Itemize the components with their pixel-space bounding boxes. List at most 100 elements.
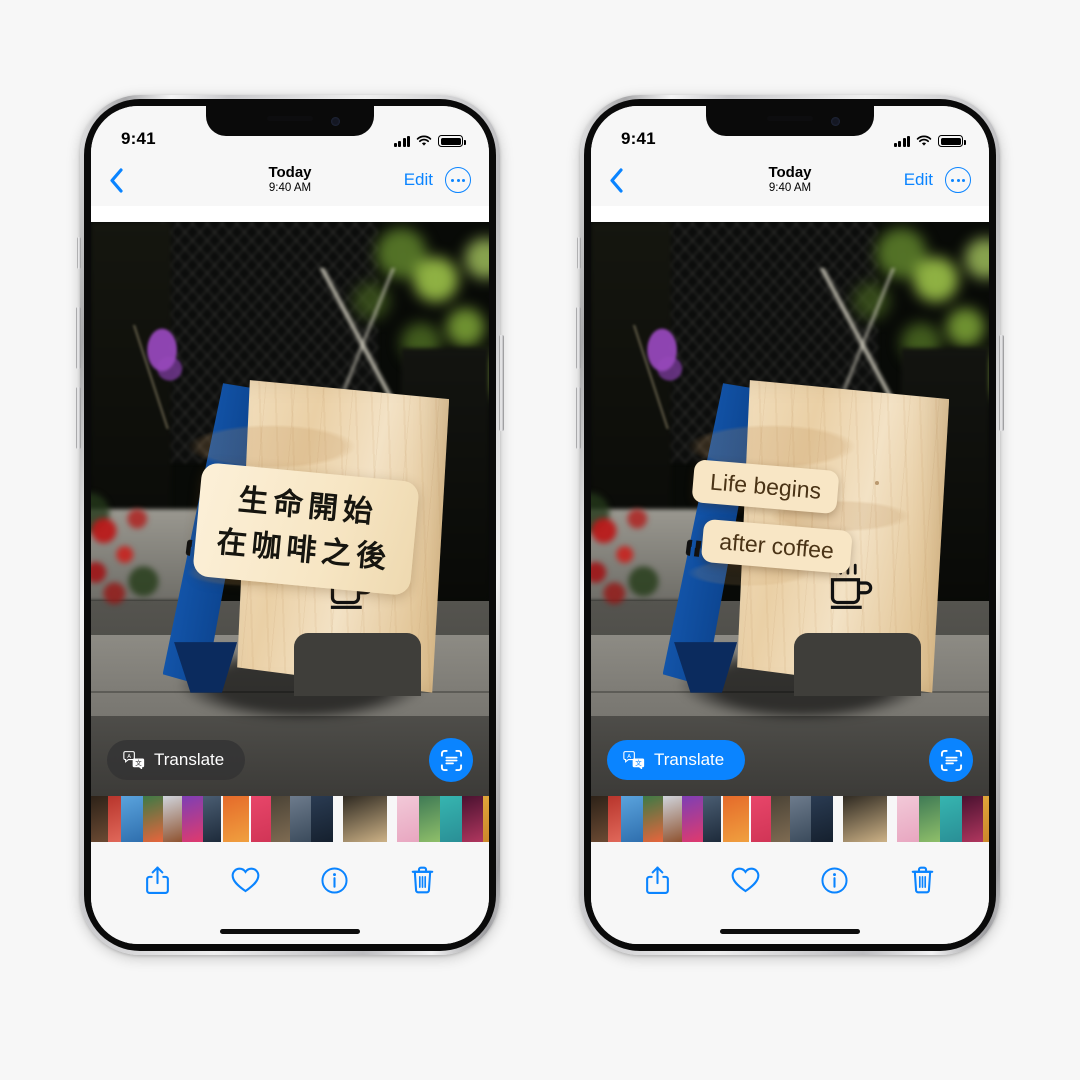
filmstrip-thumb[interactable]	[203, 796, 223, 842]
silent-switch[interactable]	[77, 237, 81, 269]
info-button[interactable]	[311, 857, 357, 903]
status-time: 9:41	[621, 129, 656, 148]
share-icon	[145, 866, 169, 894]
a-frame-sign: 生命開始 在咖啡之後	[162, 377, 450, 696]
filmstrip-thumb[interactable]	[290, 796, 311, 842]
filmstrip-thumb[interactable]	[962, 796, 983, 842]
filmstrip-thumb[interactable]	[608, 796, 621, 842]
trash-icon	[411, 866, 434, 894]
heart-icon	[731, 867, 760, 893]
notch	[206, 106, 374, 136]
filmstrip-thumb[interactable]	[91, 796, 108, 842]
filmstrip-thumb[interactable]	[663, 796, 682, 842]
volume-up-button[interactable]	[576, 307, 581, 369]
share-button[interactable]	[634, 857, 680, 903]
translation-chip[interactable]: Life begins	[691, 459, 841, 515]
edit-button[interactable]: Edit	[904, 170, 933, 190]
favorite-button[interactable]	[223, 857, 269, 903]
back-button[interactable]	[109, 167, 143, 193]
filmstrip-thumb[interactable]	[682, 796, 703, 842]
translate-button[interactable]: A 文 Translate	[107, 740, 246, 780]
live-text-scan-button[interactable]	[429, 738, 473, 782]
phone-left: 9:41 Today 9:40 AM Edit 生命開始 在咖啡之後 A 文 T…	[76, 95, 504, 955]
phone-screen-left: 9:41 Today 9:40 AM Edit 生命開始 在咖啡之後 A 文 T…	[91, 106, 489, 944]
screenshot-stage: 9:41 Today 9:40 AM Edit 生命開始 在咖啡之後 A 文 T…	[0, 0, 1080, 1080]
photo-filmstrip-left[interactable]	[91, 796, 489, 842]
filmstrip-thumb[interactable]	[440, 796, 462, 842]
filmstrip-thumb[interactable]	[462, 796, 483, 842]
svg-text:A: A	[627, 754, 631, 760]
filmstrip-thumb[interactable]	[843, 796, 887, 842]
edit-button[interactable]: Edit	[404, 170, 433, 190]
cellular-bars-icon	[393, 135, 410, 147]
home-indicator-area	[91, 918, 489, 944]
volume-down-button[interactable]	[576, 387, 581, 449]
filmstrip-thumb[interactable]	[703, 796, 723, 842]
filmstrip-thumb[interactable]	[749, 796, 771, 842]
filmstrip-thumb[interactable]	[919, 796, 940, 842]
filmstrip-thumb[interactable]	[897, 796, 919, 842]
live-text-scan-button[interactable]	[929, 738, 973, 782]
filmstrip-thumb[interactable]	[983, 796, 989, 842]
photo-viewer-right[interactable]: Life begins after coffee A 文 Translate	[591, 222, 989, 796]
filmstrip-thumb[interactable]	[940, 796, 962, 842]
power-button[interactable]	[499, 335, 504, 431]
translate-button[interactable]: A 文 Translate	[607, 740, 746, 780]
delete-button[interactable]	[900, 857, 946, 903]
home-indicator[interactable]	[720, 928, 860, 934]
filmstrip-thumb[interactable]	[419, 796, 440, 842]
photo-overlay-controls-right: A 文 Translate	[591, 738, 989, 782]
filmstrip-thumb[interactable]	[621, 796, 643, 842]
volume-up-button[interactable]	[76, 307, 81, 369]
nav-actions: Edit	[404, 167, 471, 193]
filmstrip-thumb[interactable]	[182, 796, 203, 842]
filmstrip-thumb[interactable]	[643, 796, 663, 842]
filmstrip-thumb[interactable]	[887, 796, 897, 842]
info-circle-icon	[321, 866, 348, 894]
filmstrip-thumb[interactable]	[771, 796, 790, 842]
filmstrip-thumb[interactable]	[483, 796, 489, 842]
status-indicators	[393, 135, 466, 149]
filmstrip-thumb[interactable]	[833, 796, 843, 842]
photo-filmstrip-right[interactable]	[591, 796, 989, 842]
filmstrip-thumb[interactable]	[143, 796, 163, 842]
translate-button-label: Translate	[154, 750, 225, 769]
front-camera-icon	[331, 117, 340, 126]
phone-screen-right: 9:41 Today 9:40 AM Edit Life begins afte…	[591, 106, 989, 944]
filmstrip-thumb[interactable]	[790, 796, 811, 842]
translation-overlay: Life begins after coffee	[691, 459, 932, 575]
volume-down-button[interactable]	[76, 387, 81, 449]
power-button[interactable]	[999, 335, 1004, 431]
photo-image: 生命開始 在咖啡之後	[91, 222, 489, 796]
delete-button[interactable]	[400, 857, 446, 903]
info-button[interactable]	[811, 857, 857, 903]
filmstrip-thumb[interactable]	[387, 796, 397, 842]
favorite-button[interactable]	[723, 857, 769, 903]
filmstrip-thumb[interactable]	[121, 796, 143, 842]
filmstrip-thumb[interactable]	[249, 796, 271, 842]
sign-text-plate: 生命開始 在咖啡之後	[192, 461, 420, 596]
translate-button-label: Translate	[654, 750, 725, 769]
photo-viewer-left[interactable]: 生命開始 在咖啡之後 A 文 Translate	[91, 222, 489, 796]
home-indicator[interactable]	[220, 928, 360, 934]
more-ellipsis-icon[interactable]	[445, 167, 471, 193]
silent-switch[interactable]	[577, 237, 581, 269]
filmstrip-thumb[interactable]	[271, 796, 290, 842]
filmstrip-thumb[interactable]	[108, 796, 121, 842]
nav-separator	[91, 206, 489, 222]
status-time: 9:41	[121, 129, 156, 148]
filmstrip-thumb[interactable]	[311, 796, 333, 842]
filmstrip-thumb[interactable]	[333, 796, 343, 842]
filmstrip-thumb[interactable]	[397, 796, 419, 842]
live-text-scan-icon	[940, 749, 962, 771]
filmstrip-thumb[interactable]	[343, 796, 387, 842]
filmstrip-thumb[interactable]	[811, 796, 833, 842]
filmstrip-thumb[interactable]	[591, 796, 608, 842]
back-button[interactable]	[609, 167, 643, 193]
filmstrip-thumb-selected[interactable]	[223, 796, 249, 842]
more-ellipsis-icon[interactable]	[945, 167, 971, 193]
translate-bubbles-icon: A 文	[123, 751, 145, 769]
share-button[interactable]	[134, 857, 180, 903]
filmstrip-thumb[interactable]	[163, 796, 182, 842]
filmstrip-thumb-selected[interactable]	[723, 796, 749, 842]
